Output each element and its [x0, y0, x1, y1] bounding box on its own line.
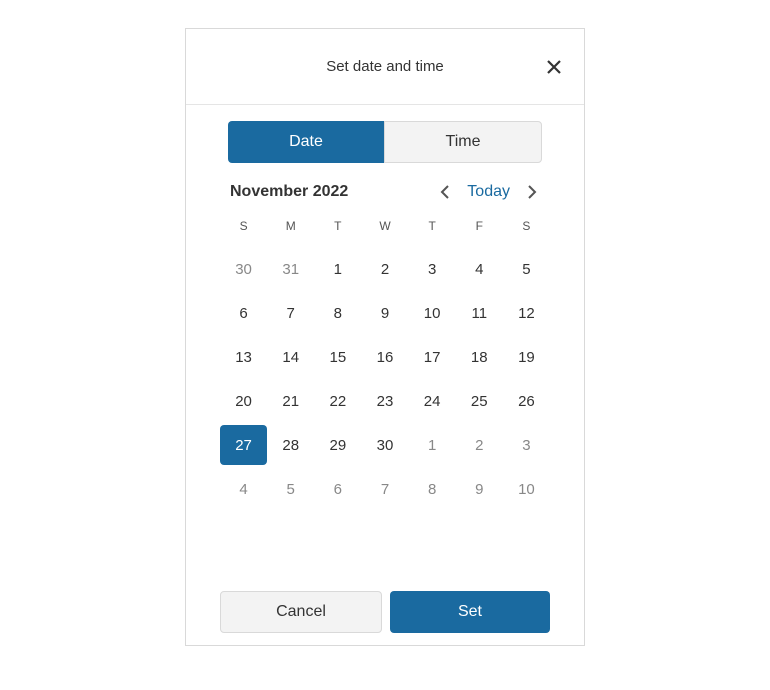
day-cell[interactable]: 19 — [503, 337, 550, 377]
day-cell[interactable]: 15 — [314, 337, 361, 377]
day-cell[interactable]: 1 — [409, 425, 456, 465]
day-cell[interactable]: 28 — [267, 425, 314, 465]
day-cell[interactable]: 3 — [409, 249, 456, 289]
day-cell[interactable]: 9 — [361, 293, 408, 333]
calendar-grid: SMTWTFS303112345678910111213141516171819… — [220, 219, 550, 509]
day-cell[interactable]: 14 — [267, 337, 314, 377]
day-cell[interactable]: 21 — [267, 381, 314, 421]
tab-date[interactable]: Date — [228, 121, 384, 163]
cancel-button[interactable]: Cancel — [220, 591, 382, 633]
day-cell[interactable]: 29 — [314, 425, 361, 465]
day-cell[interactable]: 8 — [314, 293, 361, 333]
day-cell[interactable]: 31 — [267, 249, 314, 289]
day-header: T — [409, 219, 456, 245]
day-cell[interactable]: 18 — [456, 337, 503, 377]
day-cell[interactable]: 26 — [503, 381, 550, 421]
close-button[interactable] — [542, 55, 566, 79]
day-cell[interactable]: 6 — [314, 469, 361, 509]
dialog-title: Set date and time — [326, 58, 444, 75]
dialog-footer: Cancel Set — [186, 579, 584, 645]
day-header: T — [314, 219, 361, 245]
day-header: S — [503, 219, 550, 245]
day-cell[interactable]: 10 — [503, 469, 550, 509]
day-cell[interactable]: 4 — [456, 249, 503, 289]
day-header: F — [456, 219, 503, 245]
day-cell[interactable]: 5 — [267, 469, 314, 509]
day-cell[interactable]: 30 — [361, 425, 408, 465]
day-cell[interactable]: 8 — [409, 469, 456, 509]
day-cell[interactable]: 5 — [503, 249, 550, 289]
day-cell[interactable]: 22 — [314, 381, 361, 421]
day-cell[interactable]: 24 — [409, 381, 456, 421]
day-cell[interactable]: 6 — [220, 293, 267, 333]
day-cell[interactable]: 10 — [409, 293, 456, 333]
tab-time[interactable]: Time — [384, 121, 542, 163]
month-row: November 2022 Today — [222, 183, 548, 201]
month-label: November 2022 — [230, 183, 437, 201]
day-cell[interactable]: 20 — [220, 381, 267, 421]
dialog-body: Date Time November 2022 Today — [186, 105, 584, 509]
day-cell[interactable]: 11 — [456, 293, 503, 333]
day-header: M — [267, 219, 314, 245]
day-cell[interactable]: 27 — [220, 425, 267, 465]
prev-month-button[interactable] — [437, 184, 453, 200]
day-cell[interactable]: 2 — [361, 249, 408, 289]
close-icon — [547, 60, 561, 74]
day-cell[interactable]: 7 — [267, 293, 314, 333]
day-cell[interactable]: 9 — [456, 469, 503, 509]
month-nav: Today — [437, 183, 540, 201]
day-cell[interactable]: 30 — [220, 249, 267, 289]
today-link[interactable]: Today — [467, 183, 510, 201]
day-cell[interactable]: 7 — [361, 469, 408, 509]
chevron-left-icon — [440, 185, 450, 199]
datetime-dialog: Set date and time Date Time November 202… — [185, 28, 585, 646]
next-month-button[interactable] — [524, 184, 540, 200]
day-cell[interactable]: 23 — [361, 381, 408, 421]
day-cell[interactable]: 25 — [456, 381, 503, 421]
day-cell[interactable]: 16 — [361, 337, 408, 377]
day-cell[interactable]: 13 — [220, 337, 267, 377]
day-header: S — [220, 219, 267, 245]
day-cell[interactable]: 2 — [456, 425, 503, 465]
day-header: W — [361, 219, 408, 245]
tab-row: Date Time — [228, 121, 542, 163]
day-cell[interactable]: 3 — [503, 425, 550, 465]
day-cell[interactable]: 17 — [409, 337, 456, 377]
set-button[interactable]: Set — [390, 591, 550, 633]
day-cell[interactable]: 4 — [220, 469, 267, 509]
chevron-right-icon — [527, 185, 537, 199]
dialog-header: Set date and time — [186, 29, 584, 105]
day-cell[interactable]: 12 — [503, 293, 550, 333]
day-cell[interactable]: 1 — [314, 249, 361, 289]
